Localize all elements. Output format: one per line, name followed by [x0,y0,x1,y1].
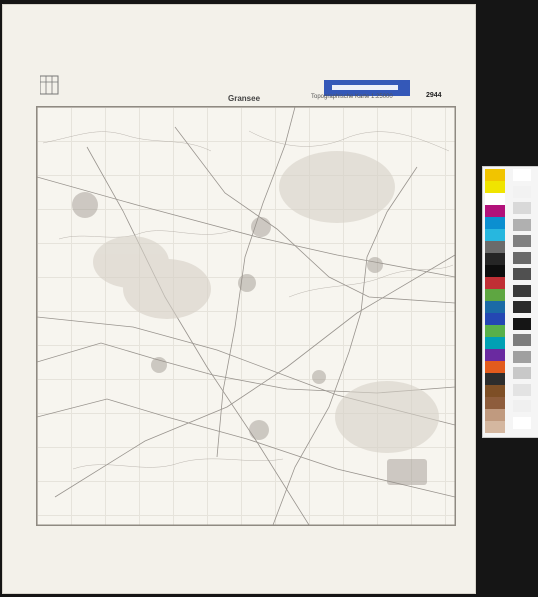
calibration-gray-chip [513,301,531,313]
calibration-color-chip [485,289,505,301]
calibration-color-chip [485,409,505,421]
calibration-gray-chip [513,251,531,264]
color-calibration-strip [482,166,538,438]
calibration-color-chip [485,325,505,337]
calibration-gray-chip [513,169,531,181]
calibration-color-chip [485,265,505,277]
forest-3 [279,151,395,223]
calibration-color-chip [485,169,505,181]
calibration-color-chip [485,361,505,373]
map-frame [36,106,456,526]
calibration-gray-chip [513,317,531,330]
handwritten-note [410,564,470,592]
calibration-color-chip [485,349,505,361]
map-content-svg [37,107,455,525]
contour-2 [248,130,450,152]
calibration-color-chip [485,217,505,229]
village-4 [151,357,167,373]
legend-box [40,72,108,104]
village-6 [312,370,326,384]
stamp-white-band [332,85,398,90]
calibration-color-chip [485,397,505,409]
calibration-gray-chip [513,350,531,363]
calibration-color-chip [485,313,505,325]
calibration-gray-chip [513,367,531,379]
calibration-color-chip [485,253,505,265]
road-6 [216,107,296,458]
calibration-color-chip [485,205,505,217]
calibration-color-chip [485,337,505,349]
calibration-gray-chip [513,235,531,247]
calibration-color-chip [485,373,505,385]
calibration-gray-chip [513,400,531,412]
village-3 [238,274,256,292]
road-5 [86,146,310,525]
calibration-gray-chip [513,268,531,280]
forest-2 [123,259,211,319]
town-block [387,459,427,485]
village-1 [72,192,98,218]
calibration-color-chip [485,421,505,433]
village-7 [249,420,269,440]
calibration-gray-chip [513,218,531,231]
calibration-gray-chip [513,334,531,346]
village-2 [251,217,271,237]
calibration-color-chip [485,181,505,193]
map-sheet: Gransee Topographische Karte 1:25000 294… [2,4,476,594]
calibration-gray-chip [513,185,531,198]
map-title: Gransee [228,94,261,103]
calibration-color-chip [485,385,505,397]
map-subtitle: Topographische Karte 1:25000 [311,94,393,100]
calibration-gray-chip [513,416,531,429]
village-5 [367,257,383,273]
calibration-color-chip [485,241,505,253]
forest-4 [335,381,439,453]
calibration-gray-chip [513,202,531,214]
sheet-number: 2944 [426,92,442,99]
calibration-color-chip [485,193,505,205]
contour-5 [72,458,284,470]
legend-icon [40,75,59,95]
calibration-gray-chip [513,383,531,396]
calibration-color-chip [485,277,505,289]
calibration-gray-chip [513,284,531,297]
contour-3 [58,230,232,240]
calibration-color-chip [485,301,505,313]
calibration-color-chip [485,229,505,241]
